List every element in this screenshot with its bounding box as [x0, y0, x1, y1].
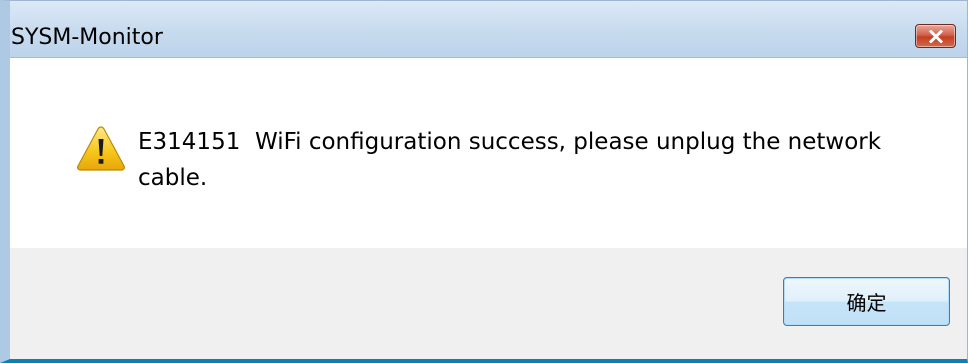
close-icon [929, 30, 943, 43]
warning-icon [77, 126, 125, 171]
dialog-content: E314151 WiFi configuration success, plea… [10, 58, 967, 248]
window-title: SYSM-Monitor [11, 25, 163, 50]
dialog-window: SYSM-Monitor E314151 WiFi configuration … [0, 0, 968, 363]
title-bar[interactable]: SYSM-Monitor [10, 1, 967, 58]
dialog-message: E314151 WiFi configuration success, plea… [138, 129, 882, 191]
ok-button[interactable]: 确定 [783, 277, 950, 326]
button-bar: 确定 [10, 248, 967, 359]
close-button[interactable] [915, 24, 956, 48]
